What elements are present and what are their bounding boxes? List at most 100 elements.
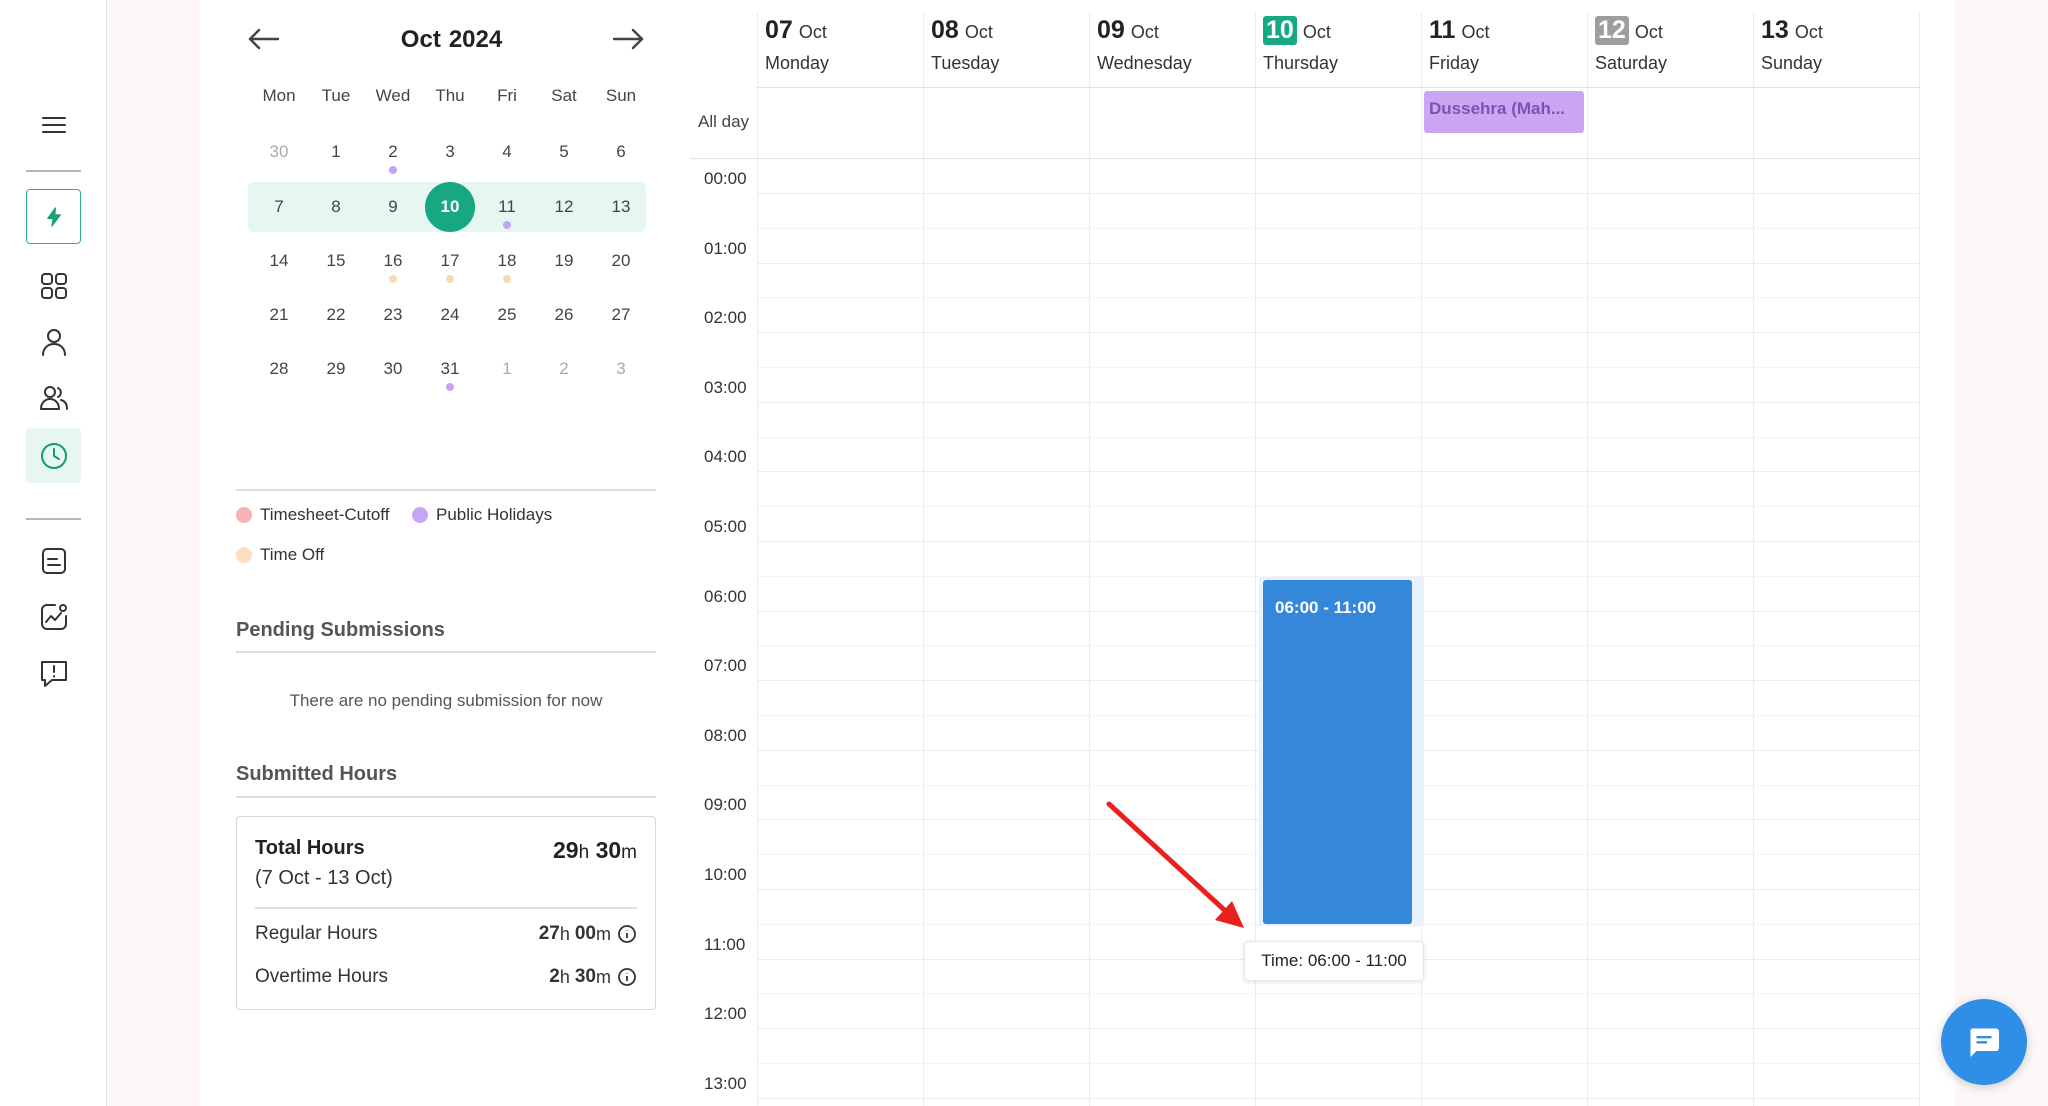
chat-button[interactable] (1941, 999, 2027, 1085)
day-number: 11 (498, 197, 516, 216)
calendar-day[interactable]: 28 (251, 344, 307, 394)
hour-line (757, 541, 1919, 542)
event-dot (389, 166, 397, 174)
day-number: 30 (383, 359, 403, 378)
week-day-header[interactable]: 12 Oct Saturday (1587, 0, 1753, 88)
calendar-day[interactable]: 31 (422, 344, 478, 394)
calendar-day[interactable]: 1 (479, 344, 535, 394)
calendar-day[interactable]: 13 (593, 182, 649, 232)
calendar-day[interactable]: 30 (251, 127, 307, 177)
week-day-header[interactable]: 13 Oct Sunday (1753, 0, 1919, 88)
calendar-day[interactable]: 12 (536, 182, 592, 232)
week-day-header[interactable]: 10 Oct Thursday (1255, 0, 1421, 88)
calendar-day[interactable]: 21 (251, 290, 307, 340)
calendar-day[interactable]: 17 (422, 236, 478, 286)
week-day-header[interactable]: 07 Oct Monday (757, 0, 923, 88)
divider (236, 489, 656, 491)
week-day-header[interactable]: 11 Oct Friday (1421, 0, 1587, 88)
calendar-day[interactable]: 9 (365, 182, 421, 232)
week-day-name: Saturday (1595, 53, 1668, 73)
calendar-day[interactable]: 14 (251, 236, 307, 286)
day-number: 25 (497, 305, 517, 324)
calendar-day[interactable]: 4 (479, 127, 535, 177)
calendar-day[interactable]: 24 (422, 290, 478, 340)
time-label: 08:00 (704, 725, 747, 745)
calendar-day[interactable]: 22 (308, 290, 364, 340)
calendar-day[interactable]: 20 (593, 236, 649, 286)
week-day-header[interactable]: 08 Oct Tuesday (923, 0, 1089, 88)
event-dot (389, 275, 397, 283)
calendar-day[interactable]: 11 (479, 182, 535, 232)
holiday-event[interactable]: Dussehra (Mah... (1424, 91, 1584, 133)
user-icon[interactable] (26, 314, 81, 369)
weekday-label: Wed (375, 86, 411, 105)
week-day-name: Monday (765, 53, 830, 73)
calendar-day[interactable]: 26 (536, 290, 592, 340)
week-day-number: 08 (931, 16, 959, 44)
lightning-icon[interactable] (26, 189, 81, 244)
calendar-day[interactable]: 2 (365, 127, 421, 177)
clock-icon[interactable] (26, 428, 81, 483)
apps-grid-icon[interactable] (26, 258, 81, 313)
arrow-right-icon (612, 28, 644, 50)
calendar-day[interactable]: 3 (422, 127, 478, 177)
event-dot (503, 275, 511, 283)
week-day-header[interactable]: 09 Oct Wednesday (1089, 0, 1255, 88)
next-month-button[interactable] (608, 22, 648, 56)
right-margin (1955, 0, 2048, 1106)
calendar-day[interactable]: 30 (365, 344, 421, 394)
calendar-day[interactable]: 1 (308, 127, 364, 177)
day-number: 17 (440, 251, 460, 270)
analytics-icon[interactable] (26, 589, 81, 644)
week-day-name: Tuesday (931, 53, 1000, 73)
week-day-number: 07 (765, 16, 793, 44)
grid-column-line (923, 12, 924, 1106)
hour-line (757, 1097, 1919, 1099)
calendar-day[interactable]: 8 (308, 182, 364, 232)
rail-divider (26, 170, 81, 172)
regular-hours-label: Regular Hours (255, 923, 378, 944)
overtime-hours-h: 2 (549, 966, 560, 987)
time-entry-slot: 06:00 - 11:00 (1259, 577, 1424, 926)
calendar-day[interactable]: 27 (593, 290, 649, 340)
weekday-label: Sun (605, 86, 637, 105)
day-number: 8 (331, 197, 341, 216)
week-day-number: 13 (1761, 16, 1789, 44)
submitted-hours-title: Submitted Hours (236, 763, 398, 785)
day-number: 12 (554, 197, 574, 216)
calendar-day[interactable]: 29 (308, 344, 364, 394)
calendar-day[interactable]: 16 (365, 236, 421, 286)
calendar-day[interactable]: 7 (251, 182, 307, 232)
info-icon[interactable] (617, 967, 637, 987)
week-day-month: Oct (1634, 22, 1663, 42)
day-number: 30 (269, 142, 289, 161)
calendar-day[interactable]: 5 (536, 127, 592, 177)
week-day-date: 10 Oct (1263, 16, 1331, 45)
calendar-day[interactable]: 25 (479, 290, 535, 340)
time-label: 05:00 (704, 517, 747, 536)
week-day-name: Sunday (1761, 53, 1823, 73)
weekday-label: Fri (497, 86, 517, 105)
day-number: 15 (326, 251, 346, 270)
calendar-day[interactable]: 3 (593, 344, 649, 394)
document-icon[interactable] (26, 533, 81, 588)
calendar-day[interactable]: 6 (593, 127, 649, 177)
team-icon[interactable] (26, 370, 81, 425)
calendar-day-today[interactable]: 10 (422, 182, 478, 232)
week-day-month: Oct (798, 22, 827, 42)
feedback-icon[interactable] (26, 645, 81, 700)
calendar-day[interactable]: 19 (536, 236, 592, 286)
calendar-day[interactable]: 18 (479, 236, 535, 286)
calendar-day[interactable]: 2 (536, 344, 592, 394)
half-hour-line (757, 367, 1919, 368)
event-dot (446, 275, 454, 283)
total-hours-h: 29 (553, 837, 579, 863)
time-entry-event[interactable]: 06:00 - 11:00 (1263, 580, 1412, 924)
info-icon[interactable] (617, 924, 637, 944)
overtime-hours-label: Overtime Hours (255, 966, 389, 987)
week-day-number: 10 (1263, 16, 1297, 45)
calendar-day[interactable]: 15 (308, 236, 364, 286)
day-number: 4 (502, 142, 512, 161)
calendar-day[interactable]: 23 (365, 290, 421, 340)
menu-icon[interactable] (26, 97, 81, 152)
